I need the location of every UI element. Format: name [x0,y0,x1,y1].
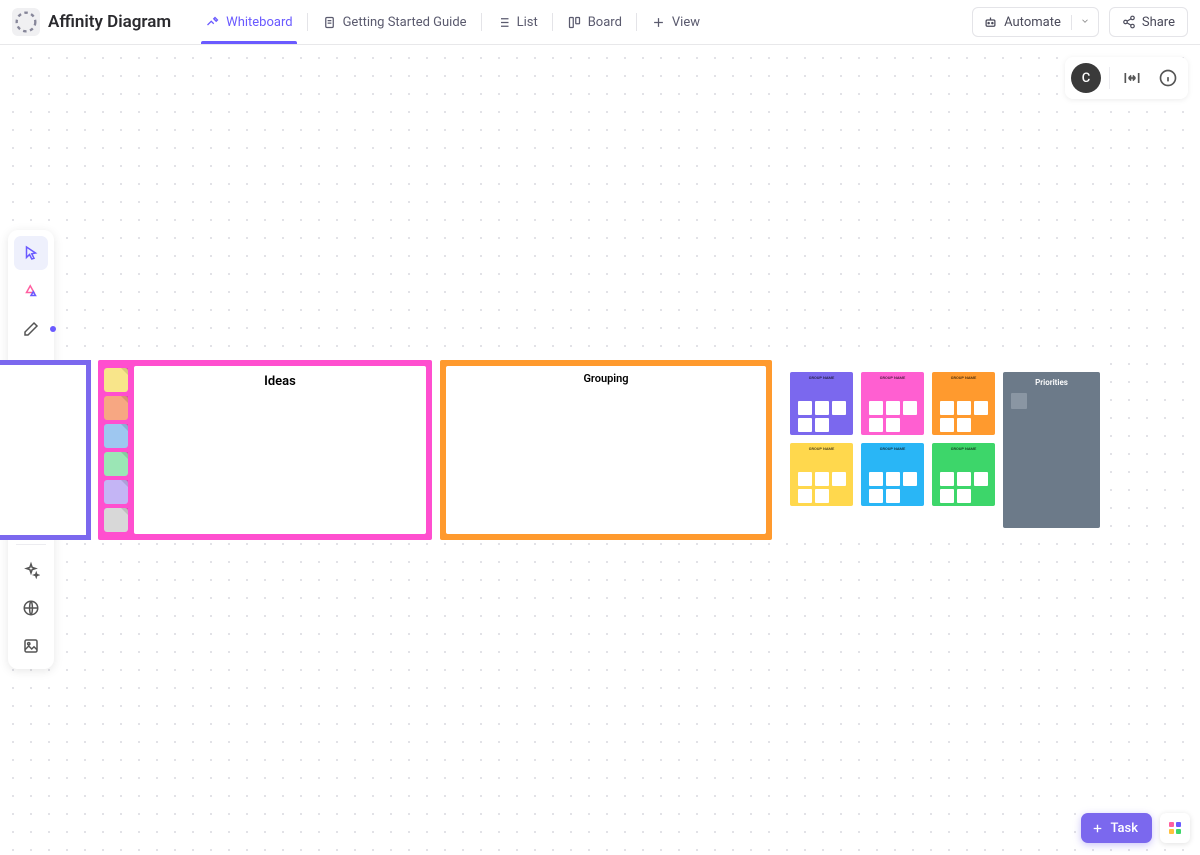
group-title: GROUP NAME [951,447,977,451]
doc-icon [322,15,337,30]
apps-icon [1169,822,1181,834]
globe-icon [22,599,40,617]
tab-add-view[interactable]: View [637,0,714,44]
plus-icon [1091,822,1104,835]
tab-label: Board [588,15,622,30]
tool-generate[interactable] [14,274,48,308]
tool-web[interactable] [14,591,48,625]
group-tile[interactable]: GROUP NAME [932,443,995,506]
tab-list[interactable]: List [482,0,552,44]
board-content: Ideas Grouping GROUP NAME GROUP NAME GRO… [0,360,1200,580]
canvas-toolbar: C [1065,57,1188,99]
ideas-area[interactable]: Ideas [134,366,426,534]
plus-icon [651,15,666,30]
group-title: GROUP NAME [880,447,906,451]
group-tile[interactable]: GROUP NAME [790,372,853,435]
sticky-note[interactable] [104,508,128,532]
sticky-note[interactable] [104,396,128,420]
tab-getting-started[interactable]: Getting Started Guide [308,0,481,44]
share-button[interactable]: Share [1109,7,1188,37]
sticky-note[interactable] [104,368,128,392]
sticky-palette [104,366,128,534]
pen-icon [22,320,40,338]
page-title[interactable]: Affinity Diagram [48,12,171,32]
mini-items [940,401,988,432]
app-header: Affinity Diagram Whiteboard Getting Star… [0,0,1200,45]
group-tile[interactable]: GROUP NAME [932,372,995,435]
avatar[interactable]: C [1071,63,1101,93]
priorities-title: Priorities [1035,378,1068,387]
list-icon [496,15,511,30]
generate-icon [22,282,40,300]
image-icon [22,637,40,655]
group-title: GROUP NAME [951,376,977,380]
share-label: Share [1142,15,1175,30]
priorities-panel[interactable]: Priorities [1003,372,1100,528]
tab-whiteboard[interactable]: Whiteboard [191,0,306,44]
ideas-title: Ideas [264,374,296,389]
task-label: Task [1110,821,1138,836]
tab-label: View [672,15,700,30]
fit-width-icon [1122,68,1142,88]
mini-items [798,401,846,432]
mini-items [798,472,846,503]
robot-icon [983,15,998,30]
sticky-note[interactable] [104,480,128,504]
grouping-card[interactable]: Grouping [440,360,772,540]
group-title: GROUP NAME [809,447,835,451]
share-icon [1122,15,1136,29]
tab-board[interactable]: Board [553,0,636,44]
chevron-down-icon[interactable] [1071,15,1090,30]
purple-frame-edge[interactable] [0,360,91,540]
priority-item[interactable] [1011,393,1027,409]
groups-card[interactable]: GROUP NAME GROUP NAME GROUP NAME GROUP N… [780,362,1110,538]
mini-items [940,472,988,503]
whiteboard-icon [205,15,220,30]
tool-image[interactable] [14,629,48,663]
separator [1109,67,1110,89]
mini-items [869,401,917,432]
ideas-card[interactable]: Ideas [98,360,432,540]
group-title: GROUP NAME [880,376,906,380]
sticky-note[interactable] [104,424,128,448]
whiteboard-canvas[interactable]: C [0,45,1200,855]
grouping-title: Grouping [583,372,628,385]
view-tabs: Whiteboard Getting Started Guide List Bo… [191,0,714,44]
tool-pen[interactable] [14,312,48,346]
new-task-button[interactable]: Task [1081,813,1152,843]
grouping-area[interactable]: Grouping [446,366,766,534]
info-icon [1158,68,1178,88]
automate-label: Automate [1004,15,1061,30]
tab-label: List [517,15,538,30]
group-tile[interactable]: GROUP NAME [861,443,924,506]
tool-select[interactable] [14,236,48,270]
cursor-icon [22,244,40,262]
automate-button[interactable]: Automate [972,7,1099,37]
sticky-note[interactable] [104,452,128,476]
info-button[interactable] [1154,64,1182,92]
color-dot [50,326,56,332]
mini-items [869,472,917,503]
tab-label: Whiteboard [226,15,292,30]
groups-grid: GROUP NAME GROUP NAME GROUP NAME GROUP N… [790,372,995,528]
group-tile[interactable]: GROUP NAME [790,443,853,506]
board-icon [567,15,582,30]
tab-label: Getting Started Guide [343,15,467,30]
group-tile[interactable]: GROUP NAME [861,372,924,435]
fit-width-button[interactable] [1118,64,1146,92]
page-icon[interactable] [12,8,40,36]
header-actions: Automate Share [972,7,1188,37]
apps-button[interactable] [1160,813,1190,843]
group-title: GROUP NAME [809,376,835,380]
